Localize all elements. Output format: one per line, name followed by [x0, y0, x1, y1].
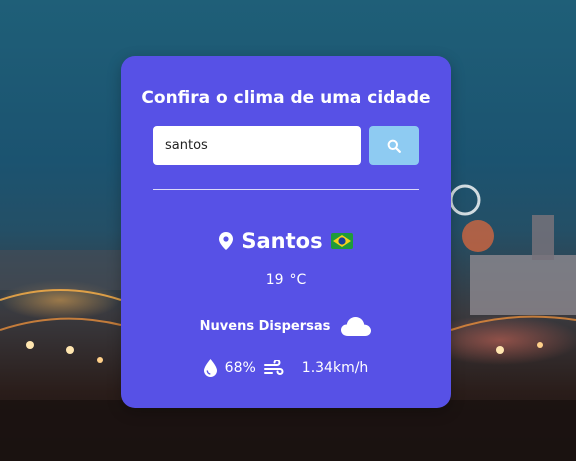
cloud-icon	[341, 317, 372, 336]
city-search-input[interactable]	[153, 126, 361, 165]
temperature: 19 °C	[121, 272, 451, 288]
temperature-value: 19	[265, 272, 284, 288]
weather-description: Nuvens Dispersas	[199, 318, 331, 334]
wind-speed-value: 1.34km/h	[301, 360, 369, 376]
divider	[153, 189, 419, 190]
temperature-unit: °C	[289, 272, 307, 288]
search-icon	[387, 139, 401, 153]
page-title: Confira o clima de uma cidade	[141, 88, 431, 108]
city-row: Santos	[121, 226, 451, 256]
location-pin-icon	[219, 232, 234, 250]
weather-description-row: Nuvens Dispersas	[121, 314, 451, 338]
search-button[interactable]	[369, 126, 419, 165]
brazil-flag-icon	[330, 233, 353, 249]
humidity-value: 68%	[224, 360, 256, 376]
wind-icon	[263, 360, 284, 375]
humidity-droplet-icon	[203, 359, 217, 377]
weather-details-row: 68% 1.34km/h	[121, 356, 451, 380]
weather-card: Confira o clima de uma cidade Santos 19 °…	[121, 56, 451, 408]
city-name: Santos	[241, 229, 323, 253]
